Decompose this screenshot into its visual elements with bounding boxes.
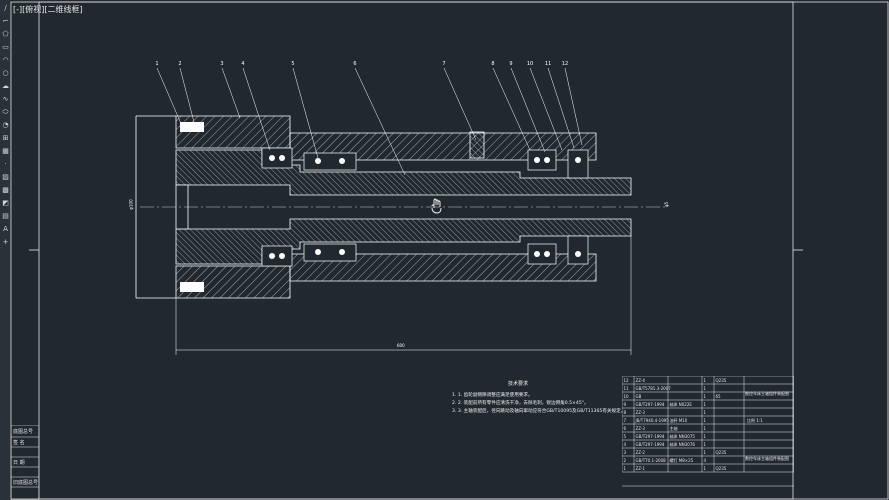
bom-cell: 65 xyxy=(715,393,721,399)
bom-cell: 1 xyxy=(703,433,707,439)
bom-cell: GB/T70.1-2008 xyxy=(635,457,666,463)
bom-cell: JB/T7940.4-1995 xyxy=(635,417,669,423)
bom-cell: 7 xyxy=(623,417,627,423)
note-line-1: 1. 1. 齿轮副侧隙调整应满足使用要求。 xyxy=(452,393,533,398)
balloon-10: 10 xyxy=(527,61,533,67)
bom-cell: 3 xyxy=(623,449,627,455)
bom-cell: 1 xyxy=(703,393,707,399)
bom-cell: 11 xyxy=(623,385,629,391)
bearing-rollers xyxy=(269,155,581,259)
hand-cursor-icon xyxy=(431,198,442,214)
left-block-cell-4: 旧底图总号 xyxy=(13,480,39,486)
bom-cell: 螺钉 M8×25 xyxy=(669,457,694,463)
bom-cell: ZZ-1 xyxy=(635,465,645,471)
bom-cell: GB/T297-1994 xyxy=(635,441,665,447)
balloon-12: 12 xyxy=(562,61,568,67)
notes-title: 技术要求 xyxy=(508,381,529,387)
bom-cell: 9 xyxy=(623,401,627,407)
bom-cell: 1 xyxy=(623,465,627,471)
bom-cell: Q235 xyxy=(715,449,727,455)
bom-cell: 1 xyxy=(703,385,707,391)
dim-right-height: φ5 xyxy=(664,201,670,208)
bom-cell: 2 xyxy=(623,457,627,463)
bom-side-label: 比例 1:1 xyxy=(747,418,763,423)
bom-cell: 1 xyxy=(703,425,707,431)
bom-cell: 1 xyxy=(703,401,707,407)
bom-cell: 8 xyxy=(623,409,627,415)
bom-cell: 轴承 NN3075 xyxy=(669,433,695,439)
dim-left-height: φ100 xyxy=(128,199,134,210)
bom-side-label: 数控车床主轴组件装配图 xyxy=(745,391,789,396)
bom-cell: 4 xyxy=(623,441,627,447)
bom-cell: 1 xyxy=(703,441,707,447)
bom-side-label: 数控车床主轴组件装配图 xyxy=(745,456,789,461)
note-line-2: 2. 2. 装配前所有零件应清洗干净，去除毛刺，锐边倒角0.5×45°。 xyxy=(452,401,589,406)
note-line-3: 3. 3. 主轴装配后，径向跳动及轴向窜动应符合GB/T10095及GB/T11… xyxy=(452,409,626,414)
bom-cell: GB/T297-1994 xyxy=(635,401,665,407)
bom-cell: 1 xyxy=(703,377,707,383)
bom-cell: 1 xyxy=(703,465,707,471)
oil-cup xyxy=(469,131,485,159)
balloon-6: 6 xyxy=(353,61,356,67)
bom-cell: GB xyxy=(635,393,642,399)
bom-cell: 10 xyxy=(623,393,629,399)
balloon-5: 5 xyxy=(291,61,294,67)
bom-cell: 12 xyxy=(623,377,629,383)
bom-cell: ZZ-3 xyxy=(635,425,645,431)
bom-cell: 1 xyxy=(703,417,707,423)
spindle-assembly xyxy=(135,115,666,355)
bom-cell: Q235 xyxy=(715,377,727,383)
balloon-2: 2 xyxy=(178,61,181,67)
bom-cell: 1 xyxy=(703,409,707,415)
left-block-cell-1: 底图总号 xyxy=(13,429,34,435)
bom-cell: ZZ-4 xyxy=(635,377,645,383)
bom-cell: 6 xyxy=(623,425,627,431)
bom-cell: ZZ-3 xyxy=(635,409,645,415)
bom-cell: GB/T297-1994 xyxy=(635,433,665,439)
bom-cell: 轴承 NN3076 xyxy=(669,441,695,447)
balloon-7: 7 xyxy=(442,61,445,67)
dim-overall-length: 600 xyxy=(397,343,405,348)
bom-cell: 主轴 xyxy=(669,425,678,431)
bom-cell: 1 xyxy=(703,449,707,455)
balloon-8: 8 xyxy=(491,61,494,67)
balloon-4: 4 xyxy=(241,61,244,67)
balloon-3: 3 xyxy=(220,61,223,67)
bom-cell: 轴承 N022E xyxy=(669,401,692,407)
bom-cell: ZZ-2 xyxy=(635,449,645,455)
balloon-1: 1 xyxy=(155,61,158,67)
bom-cell: GB/T5781.3-2007 xyxy=(635,385,671,391)
revision-block: 底图总号 签 名 日 期 旧底图总号 xyxy=(11,425,39,500)
bom-cell: 4 xyxy=(703,457,707,463)
bom-cell: 5 xyxy=(623,433,627,439)
balloon-9: 9 xyxy=(509,61,512,67)
bom-cell: 油杯 M10 xyxy=(669,417,688,423)
left-block-cell-3: 日 期 xyxy=(13,460,25,466)
bom-cell: Q235 xyxy=(715,465,727,471)
balloon-11: 11 xyxy=(545,61,551,67)
left-block-cell-2: 签 名 xyxy=(13,440,25,446)
